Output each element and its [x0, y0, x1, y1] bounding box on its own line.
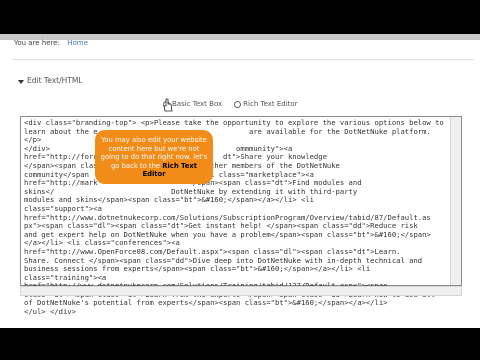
- divider: [12, 59, 474, 60]
- breadcrumb-home-link[interactable]: Home: [67, 39, 88, 47]
- browser-viewport: You are here: Home Edit Text/HTML Basic …: [0, 34, 480, 328]
- basic-text-box-label[interactable]: Basic Text Box: [172, 100, 222, 108]
- tutorial-callout: You may also edit your website content h…: [95, 130, 213, 184]
- breadcrumb: You are here: Home: [14, 39, 88, 47]
- rich-text-editor-radio[interactable]: [234, 100, 242, 108]
- editor-mode-selector: Basic Text Box Rich Text Editor: [163, 100, 306, 108]
- hand-pointer-cursor-icon: [163, 98, 173, 112]
- rich-text-editor-option[interactable]: Rich Text Editor: [234, 100, 298, 108]
- breadcrumb-prefix: You are here:: [14, 39, 60, 47]
- html-textarea[interactable]: <div class="branding-top"> <p>Please tak…: [20, 116, 462, 316]
- rich-text-editor-label[interactable]: Rich Text Editor: [243, 100, 297, 108]
- section-title[interactable]: Edit Text/HTML: [27, 76, 82, 85]
- collapse-triangle-icon[interactable]: [18, 80, 24, 84]
- vertical-scrollbar[interactable]: [450, 117, 461, 285]
- horizontal-scrollbar[interactable]: [20, 286, 462, 296]
